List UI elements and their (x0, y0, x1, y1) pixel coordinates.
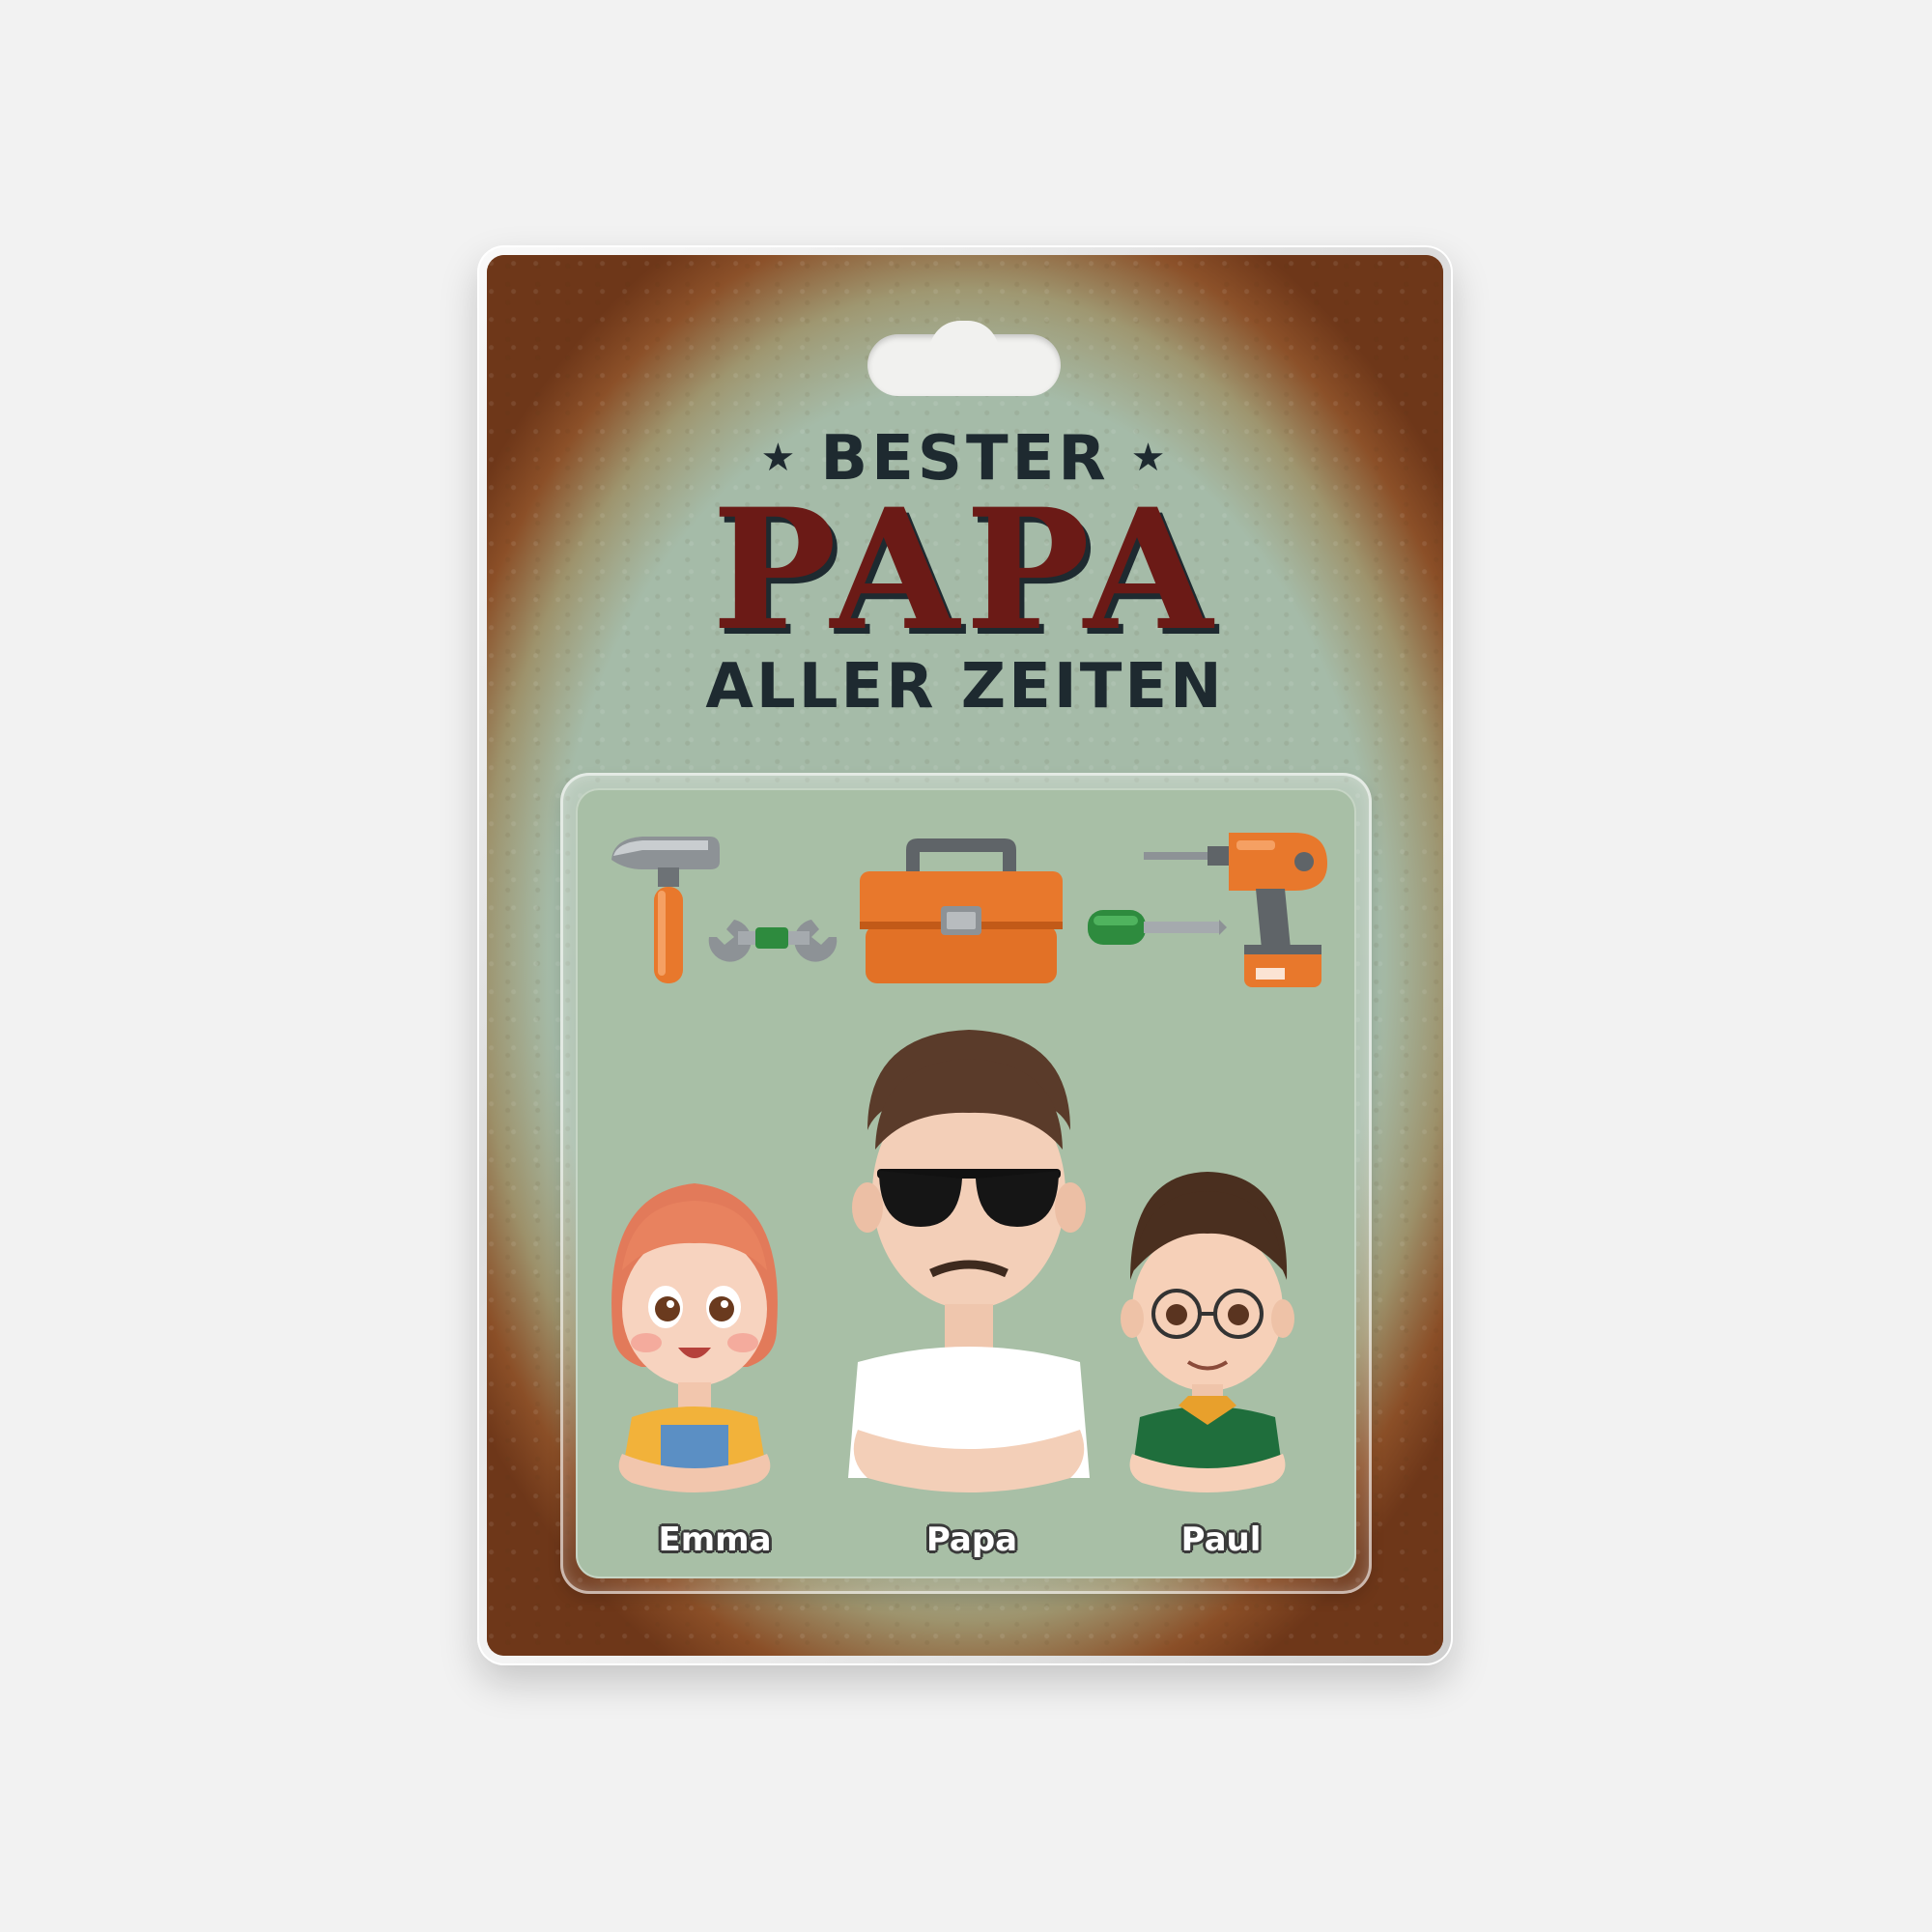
name-label-emma: Emma (658, 1520, 772, 1559)
toolbox-icon (860, 838, 1063, 983)
title-papa: PAPA (711, 471, 1219, 668)
girl-avatar (611, 1183, 778, 1492)
hang-slot (867, 321, 1061, 396)
star-icon: ★ (1130, 436, 1170, 481)
product-image: ★ BESTER ★ PAPA ALLER ZEITEN Emma Papa P… (0, 0, 1932, 1932)
wrench-icon (708, 920, 838, 962)
boy-avatar (1121, 1172, 1294, 1492)
dad-avatar (848, 1030, 1090, 1492)
title-aller-zeiten: ALLER ZEITEN (705, 651, 1225, 724)
drill-icon (1144, 833, 1327, 987)
sign-title: ★ BESTER ★ PAPA ALLER ZEITEN (487, 425, 1443, 722)
name-label-papa: Papa (925, 1520, 1018, 1559)
name-label-paul: Paul (1180, 1520, 1262, 1559)
star-icon: ★ (760, 436, 800, 481)
